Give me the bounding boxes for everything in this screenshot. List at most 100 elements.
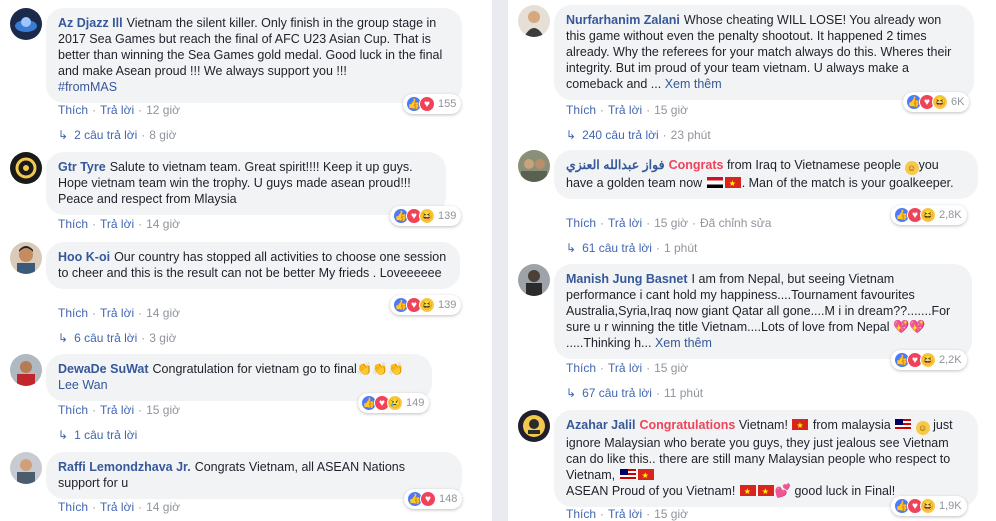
comment-author[interactable]: Gtr Tyre bbox=[58, 160, 106, 174]
replies-time: 23 phút bbox=[670, 128, 711, 142]
comment-actions: Thích · Trả lời · 15 giờ bbox=[566, 103, 688, 117]
comment-bubble: Manish Jung Basnet I am from Nepal, but s… bbox=[554, 264, 972, 359]
smile-emoji-icon: ☺ bbox=[915, 421, 930, 435]
replies-count[interactable]: 1 câu trả lời bbox=[74, 428, 137, 442]
comment-author[interactable]: فواز عبدالله العنزي bbox=[566, 158, 665, 172]
reaction-summary[interactable]: 👍 ♥ 😆 1,9K bbox=[891, 496, 967, 516]
avatar[interactable] bbox=[518, 150, 550, 182]
comment-author[interactable]: Nurfarhanim Zalani bbox=[566, 13, 680, 27]
reaction-summary[interactable]: 👍 ♥ 😆 139 bbox=[390, 295, 462, 315]
edited-label[interactable]: Đã chỉnh sửa bbox=[700, 216, 771, 230]
reaction-summary[interactable]: 👍 ♥ 155 bbox=[403, 94, 462, 114]
reply-link[interactable]: Trả lời bbox=[608, 103, 642, 117]
reply-link[interactable]: Trả lời bbox=[100, 217, 134, 231]
like-link[interactable]: Thích bbox=[566, 216, 596, 230]
comment-time[interactable]: 15 giờ bbox=[654, 361, 688, 375]
reply-link[interactable]: Trả lời bbox=[100, 103, 134, 117]
reply-link[interactable]: Trả lời bbox=[608, 361, 642, 375]
comment-bubble: Raffi Lemondzhava Jr. Congrats Vietnam, a… bbox=[46, 452, 462, 499]
reaction-summary[interactable]: 👍 ♥ 😆 2,2K bbox=[891, 350, 967, 370]
reaction-summary[interactable]: 👍 ♥ 😢 149 bbox=[358, 393, 430, 413]
replies-time: 8 giờ bbox=[149, 128, 177, 142]
comment-author[interactable]: Raffi Lemondzhava Jr. bbox=[58, 460, 191, 474]
clapping-hands-icon: 👏👏👏 bbox=[356, 362, 404, 376]
replies-count[interactable]: 67 câu trả lời bbox=[582, 386, 652, 400]
avatar[interactable] bbox=[518, 5, 550, 37]
view-replies-link[interactable]: ↳ 240 câu trả lời · 23 phút bbox=[566, 128, 711, 142]
like-link[interactable]: Thích bbox=[58, 103, 88, 117]
like-link[interactable]: Thích bbox=[566, 103, 596, 117]
view-replies-link[interactable]: ↳ 67 câu trả lời · 11 phút bbox=[566, 386, 703, 400]
view-replies-link[interactable]: ↳ 61 câu trả lời · 1 phút bbox=[566, 241, 697, 255]
see-more-link[interactable]: Xem thêm bbox=[665, 77, 722, 91]
replies-count[interactable]: 2 câu trả lời bbox=[74, 128, 137, 142]
comment-time[interactable]: 15 giờ bbox=[654, 216, 688, 230]
view-replies-link[interactable]: ↳ 2 câu trả lời · 8 giờ bbox=[58, 128, 177, 142]
reply-link[interactable]: Trả lời bbox=[100, 403, 134, 417]
reply-arrow-icon: ↳ bbox=[566, 128, 577, 142]
like-link[interactable]: Thích bbox=[58, 217, 88, 231]
avatar[interactable] bbox=[10, 452, 42, 484]
congrats-highlight: Congrats bbox=[668, 158, 724, 172]
comment-author[interactable]: Az Djazz Ill bbox=[58, 16, 123, 30]
reaction-count: 2,8K bbox=[939, 209, 962, 221]
comment-time[interactable]: 14 giờ bbox=[146, 217, 180, 231]
replies-count[interactable]: 61 câu trả lời bbox=[582, 241, 652, 255]
sad-reaction-icon: 😢 bbox=[387, 395, 403, 411]
comment-time[interactable]: 15 giờ bbox=[654, 103, 688, 117]
hashtag[interactable]: #fromMAS bbox=[58, 80, 117, 94]
comment-text: . Man of the match is your goalkeeper. bbox=[741, 176, 954, 190]
reaction-summary[interactable]: 👍 ♥ 😆 139 bbox=[390, 206, 462, 226]
comment-text: from Iraq to Vietnamese people bbox=[726, 158, 902, 172]
like-link[interactable]: Thích bbox=[58, 306, 88, 320]
reply-link[interactable]: Trả lời bbox=[100, 306, 134, 320]
comment-time[interactable]: 15 giờ bbox=[654, 507, 688, 521]
view-replies-link[interactable]: ↳ 6 câu trả lời · 3 giờ bbox=[58, 331, 177, 345]
reaction-summary[interactable]: 👍 ♥ 😆 6K bbox=[903, 92, 970, 112]
avatar[interactable] bbox=[518, 264, 550, 296]
comment-text: Salute to vietnam team. Great spirit!!!!… bbox=[58, 160, 413, 206]
tagged-user[interactable]: Lee Wan bbox=[58, 378, 108, 392]
like-link[interactable]: Thích bbox=[58, 500, 88, 514]
comment-time[interactable]: 12 giờ bbox=[146, 103, 180, 117]
like-link[interactable]: Thích bbox=[58, 403, 88, 417]
reply-link[interactable]: Trả lời bbox=[608, 507, 642, 521]
reaction-summary[interactable]: 👍 ♥ 😆 2,8K bbox=[891, 205, 967, 225]
comment-text: from malaysia bbox=[812, 418, 891, 432]
reply-arrow-icon: ↳ bbox=[58, 128, 69, 142]
comment-author[interactable]: Hoo K-oi bbox=[58, 250, 110, 264]
comment-actions: Thích · Trả lời · 15 giờ bbox=[58, 403, 180, 417]
avatar[interactable] bbox=[10, 242, 42, 274]
reply-arrow-icon: ↳ bbox=[566, 241, 577, 255]
comment-text: Our country has stopped all activities t… bbox=[58, 250, 447, 280]
avatar[interactable] bbox=[10, 8, 42, 40]
avatar[interactable] bbox=[10, 354, 42, 386]
replies-count[interactable]: 6 câu trả lời bbox=[74, 331, 137, 345]
comment-text: ASEAN Proud of you Vietnam! bbox=[566, 484, 736, 498]
comment-bubble: Az Djazz Ill Vietnam the silent killer. O… bbox=[46, 8, 462, 103]
like-link[interactable]: Thích bbox=[566, 507, 596, 521]
reply-link[interactable]: Trả lời bbox=[608, 216, 642, 230]
reply-link[interactable]: Trả lời bbox=[100, 500, 134, 514]
reaction-count: 149 bbox=[406, 397, 425, 409]
malaysia-flag-icon bbox=[895, 419, 912, 430]
reaction-summary[interactable]: 👍 ♥ 148 bbox=[404, 489, 463, 509]
comment-time[interactable]: 14 giờ bbox=[146, 500, 180, 514]
view-replies-link[interactable]: ↳ 1 câu trả lời bbox=[58, 428, 137, 442]
avatar[interactable] bbox=[10, 152, 42, 184]
left-comments-column: Az Djazz Ill Vietnam the silent killer. O… bbox=[0, 0, 492, 521]
love-reaction-icon: ♥ bbox=[419, 96, 435, 112]
comment-author[interactable]: DewaDe SuWat bbox=[58, 362, 149, 376]
avatar[interactable] bbox=[518, 410, 550, 442]
like-link[interactable]: Thích bbox=[566, 361, 596, 375]
reply-arrow-icon: ↳ bbox=[566, 386, 577, 400]
comment-time[interactable]: 15 giờ bbox=[146, 403, 180, 417]
comment-author[interactable]: Azahar Jalil bbox=[566, 418, 635, 432]
replies-count[interactable]: 240 câu trả lời bbox=[582, 128, 659, 142]
comment-text: good luck in Final! bbox=[794, 484, 896, 498]
comment-actions: Thích · Trả lời · 14 giờ bbox=[58, 217, 180, 231]
comment-actions: Thích · Trả lời · 15 giờ bbox=[566, 361, 688, 375]
comment-author[interactable]: Manish Jung Basnet bbox=[566, 272, 688, 286]
see-more-link[interactable]: Xem thêm bbox=[655, 336, 712, 350]
comment-time[interactable]: 14 giờ bbox=[146, 306, 180, 320]
